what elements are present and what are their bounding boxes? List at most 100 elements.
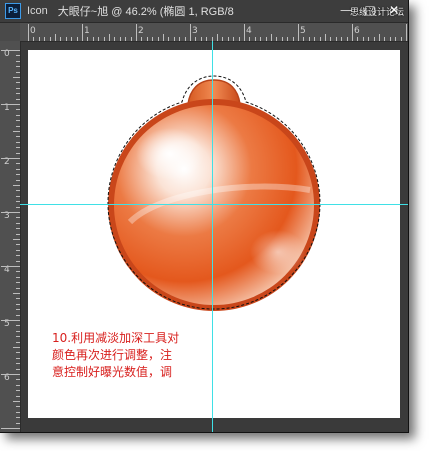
ruler-tick: [13, 293, 20, 294]
ruler-tick: [384, 37, 386, 41]
ruler-tick: [16, 168, 20, 170]
ruler-tick: [87, 37, 89, 41]
ruler-tick: [16, 390, 20, 392]
ruler-tick: [28, 24, 29, 41]
ruler-tick: [1, 50, 20, 51]
ruler-tick: [16, 228, 20, 230]
ruler-tick: [16, 352, 20, 354]
ruler-tick: [292, 37, 294, 41]
ruler-tick: [217, 34, 218, 41]
minimize-button[interactable]: —: [334, 2, 358, 18]
ruler-tick: [16, 141, 20, 143]
ruler-tick: [184, 37, 186, 41]
ruler-tick: [346, 37, 348, 41]
ruler-tick: [33, 37, 35, 41]
ruler-tick: [16, 174, 20, 176]
ruler-tick: [16, 341, 20, 343]
ruler-tick: [16, 163, 20, 165]
ruler-tick: [141, 37, 143, 41]
ruler-tick: [65, 37, 67, 41]
ruler-tick: [308, 37, 310, 41]
ruler-tick: [319, 37, 321, 41]
ruler-origin-corner[interactable]: [0, 23, 21, 42]
ruler-tick: [16, 222, 20, 224]
ruler-tick: [13, 347, 20, 348]
ruler-tick: [16, 363, 20, 365]
ruler-tick: [16, 309, 20, 311]
ruler-tick: [1, 104, 20, 105]
ruler-tick: [16, 87, 20, 89]
ruler-tick: [16, 93, 20, 95]
ruler-tick: [16, 147, 20, 149]
ruler-tick: [92, 37, 94, 41]
ruler-tick: [1, 374, 20, 375]
ruler-tick: [335, 37, 337, 41]
ruler-tick: [16, 114, 20, 116]
ruler-tick: [71, 37, 73, 41]
ruler-tick: [16, 417, 20, 419]
ornament-highlight-top: [136, 128, 204, 180]
ruler-tick: [238, 37, 240, 41]
ruler-tick: [16, 303, 20, 305]
ruler-tick: [13, 401, 20, 402]
horizontal-ruler[interactable]: 0 1 2 3 4 5 6: [20, 23, 408, 42]
ruler-h-label: 0: [30, 26, 36, 36]
ruler-tick: [357, 37, 359, 41]
ruler-tick: [276, 37, 278, 41]
maximize-button[interactable]: □: [358, 2, 382, 18]
ruler-h-label: 6: [354, 26, 360, 36]
ruler-tick: [13, 185, 20, 186]
ruler-tick: [190, 24, 191, 41]
ruler-tick: [254, 37, 256, 41]
ruler-tick: [16, 98, 20, 100]
ruler-tick: [265, 37, 267, 41]
ruler-tick: [16, 55, 20, 57]
ruler-tick: [136, 24, 137, 41]
ruler-tick: [298, 24, 299, 41]
annotation-line: 意控制好曝光数值，调: [52, 365, 173, 379]
ruler-tick: [13, 239, 20, 240]
ruler-h-label: 2: [138, 26, 144, 36]
ruler-tick: [222, 37, 224, 41]
ruler-tick: [281, 37, 283, 41]
ruler-tick: [395, 37, 397, 41]
ruler-tick: [16, 325, 20, 327]
ruler-tick: [16, 271, 20, 273]
ruler-tick: [152, 37, 154, 41]
ruler-tick: [368, 37, 370, 41]
ruler-tick: [314, 37, 316, 41]
ruler-tick: [16, 60, 20, 62]
ruler-tick: [168, 37, 170, 41]
ruler-tick: [287, 37, 289, 41]
annotation-line: 颜色再次进行调整，注: [52, 348, 173, 362]
ruler-tick: [103, 37, 105, 41]
ornament-highlight-right: [250, 230, 306, 274]
ornament-ball-image[interactable]: [100, 72, 330, 322]
ruler-tick: [60, 37, 62, 41]
ruler-tick: [16, 384, 20, 386]
ruler-tick: [206, 37, 208, 41]
window-controls: — □ ✕: [334, 2, 406, 18]
ruler-h-label: 1: [84, 26, 90, 36]
ruler-tick: [341, 37, 343, 41]
vertical-ruler[interactable]: 0 1 2 3 4 5 6: [0, 41, 21, 432]
title-bar[interactable]: Ps Icon 大眼仔~旭 @ 46.2% (椭圆 1, RGB/8 思缘设计论…: [0, 0, 408, 23]
ornament-body: [114, 105, 314, 305]
ruler-tick: [16, 71, 20, 73]
ruler-tick: [16, 206, 20, 208]
ruler-h-label: 4: [246, 26, 252, 36]
ruler-tick: [16, 120, 20, 122]
ruler-tick: [16, 195, 20, 197]
ruler-tick: [200, 37, 202, 41]
close-button[interactable]: ✕: [382, 2, 406, 18]
ruler-tick: [16, 201, 20, 203]
ruler-tick: [16, 109, 20, 111]
ruler-h-label: 5: [300, 26, 306, 36]
ruler-tick: [38, 37, 40, 41]
vertical-guide[interactable]: [212, 41, 213, 432]
ruler-tick: [227, 37, 229, 41]
horizontal-guide[interactable]: [20, 204, 408, 205]
ruler-tick: [179, 37, 181, 41]
photoshop-document-window: Ps Icon 大眼仔~旭 @ 46.2% (椭圆 1, RGB/8 思缘设计论…: [0, 0, 409, 433]
ruler-tick: [16, 260, 20, 262]
